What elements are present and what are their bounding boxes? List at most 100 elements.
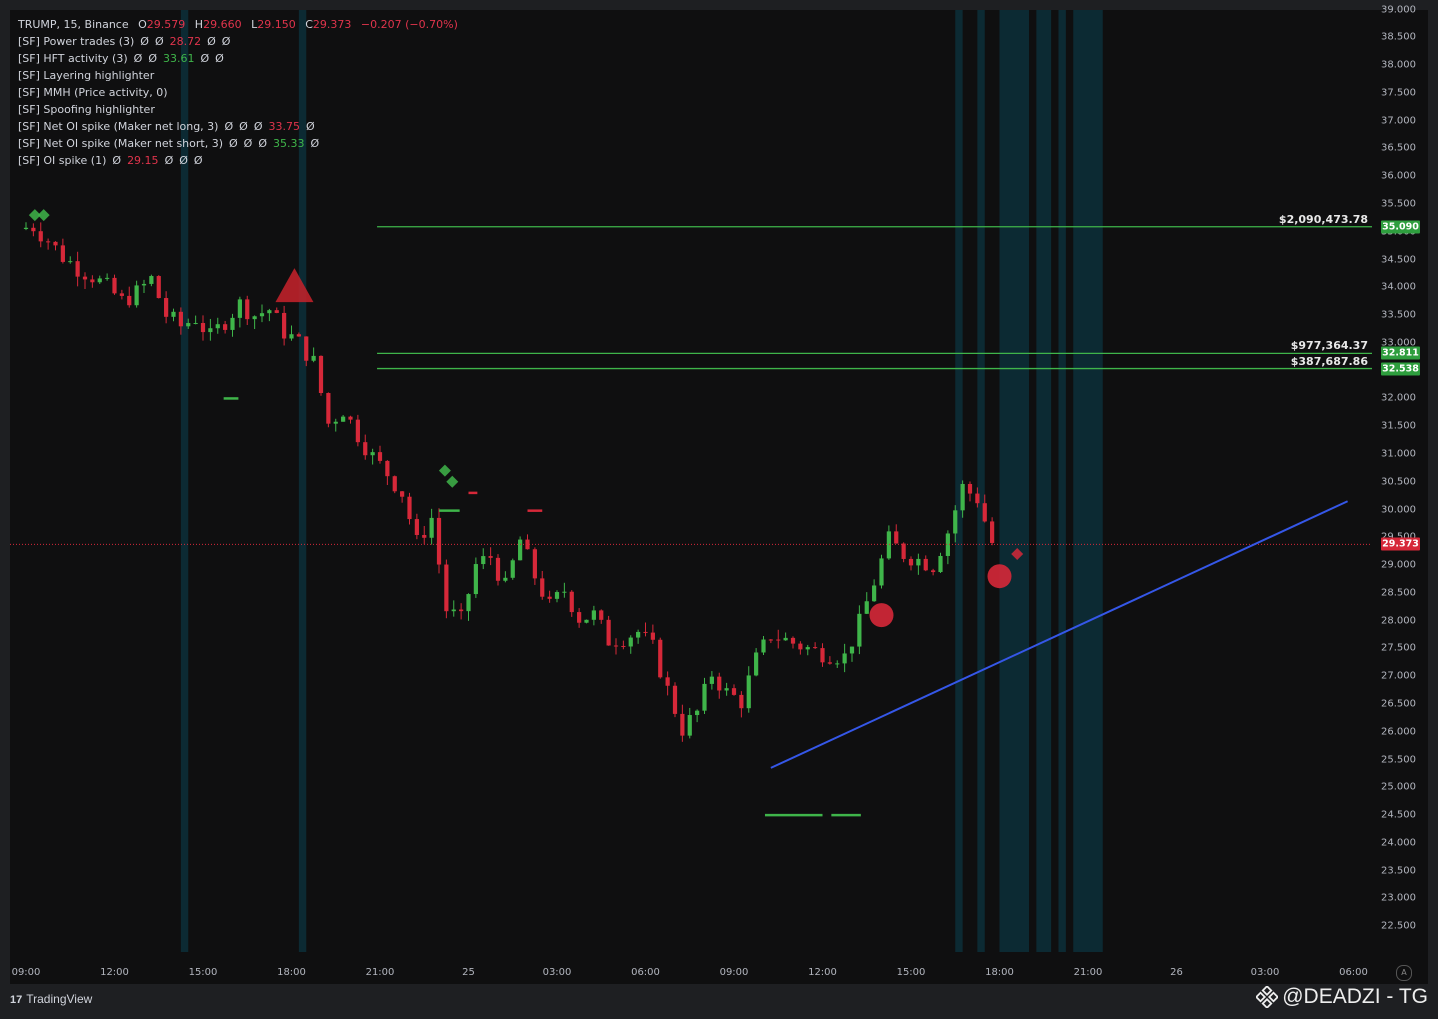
candle-body bbox=[731, 688, 737, 695]
indicator-value: Ø bbox=[243, 137, 253, 150]
close-value: 29.373 bbox=[312, 18, 352, 31]
indicator-value: Ø bbox=[305, 120, 315, 133]
candle-body bbox=[149, 276, 154, 284]
candle-body bbox=[127, 295, 132, 306]
indicator-name[interactable]: [SF] OI spike (1) bbox=[18, 154, 106, 167]
price-tick: 24.500 bbox=[1381, 809, 1416, 821]
candle-body bbox=[377, 452, 383, 461]
level-usd-label: $977,364.37 bbox=[1290, 339, 1368, 353]
indicator-name[interactable]: [SF] MMH (Price activity, 0) bbox=[18, 86, 168, 99]
candle-body bbox=[739, 694, 744, 709]
time-tick: 18:00 bbox=[277, 967, 306, 978]
indicator-highlight-value: 33.61 bbox=[162, 52, 195, 65]
time-tick: 06:00 bbox=[1339, 967, 1368, 978]
layering-diamond-marker bbox=[446, 475, 459, 488]
candle-body bbox=[643, 631, 648, 633]
indicator-legend-row[interactable]: [SF] Power trades (3) Ø Ø 28.72 Ø Ø bbox=[18, 33, 458, 50]
indicator-value: Ø bbox=[112, 154, 122, 167]
indicator-value: Ø bbox=[221, 35, 231, 48]
candle-body bbox=[311, 355, 316, 361]
indicator-name[interactable]: [SF] Layering highlighter bbox=[18, 69, 154, 82]
candle-body bbox=[252, 316, 257, 320]
symbol-legend[interactable]: TRUMP, 15, Binance O29.579 H29.660 L29.1… bbox=[18, 16, 458, 33]
candle-body bbox=[215, 324, 220, 329]
time-tick: 12:00 bbox=[100, 967, 129, 978]
candle-body bbox=[813, 647, 818, 649]
candle-body bbox=[495, 557, 501, 581]
highlight-zone bbox=[1036, 10, 1052, 952]
candle-body bbox=[672, 685, 678, 714]
candle-body bbox=[451, 609, 456, 612]
candle-body bbox=[186, 323, 191, 327]
price-tick: 22.500 bbox=[1381, 920, 1416, 932]
candle-body bbox=[864, 601, 869, 614]
indicator-value: Ø bbox=[224, 120, 234, 133]
candle-body bbox=[156, 276, 161, 299]
candle-body bbox=[518, 539, 523, 561]
price-tick: 32.000 bbox=[1381, 392, 1416, 404]
indicator-legend-row[interactable]: [SF] MMH (Price activity, 0) bbox=[18, 84, 458, 101]
indicator-value: Ø bbox=[258, 137, 268, 150]
price-tick: 27.500 bbox=[1381, 642, 1416, 654]
price-tick: 25.000 bbox=[1381, 781, 1416, 793]
candle-body bbox=[886, 531, 891, 559]
time-tick: 15:00 bbox=[188, 967, 218, 978]
candle-body bbox=[31, 227, 36, 232]
candle-body bbox=[105, 277, 110, 279]
auto-scale-button[interactable]: A bbox=[1396, 965, 1412, 981]
candle-body bbox=[171, 311, 176, 317]
tradingview-brand[interactable]: 17 TradingView bbox=[10, 992, 92, 1006]
candle-body bbox=[333, 421, 338, 424]
candle-body bbox=[289, 334, 294, 339]
price-tick: 34.000 bbox=[1381, 281, 1416, 293]
indicator-name[interactable]: [SF] Net OI spike (Maker net long, 3) bbox=[18, 120, 218, 133]
price-tick: 39.000 bbox=[1381, 4, 1416, 16]
candle-body bbox=[245, 299, 250, 320]
candle-body bbox=[473, 564, 478, 595]
price-tick: 31.500 bbox=[1381, 420, 1416, 432]
indicator-legend-row[interactable]: [SF] Net OI spike (Maker net short, 3) Ø Ø… bbox=[18, 135, 458, 152]
candle-body bbox=[193, 323, 198, 325]
candle-body bbox=[835, 663, 840, 665]
symbol-name[interactable]: TRUMP, 15, Binance bbox=[18, 18, 129, 31]
price-tick: 36.000 bbox=[1381, 170, 1416, 182]
indicator-name[interactable]: [SF] Spoofing highlighter bbox=[18, 103, 155, 116]
chart-pane[interactable]: TRUMP, 15, Binance O29.579 H29.660 L29.1… bbox=[10, 4, 1428, 984]
candle-body bbox=[591, 610, 596, 620]
indicator-value: Ø bbox=[164, 154, 174, 167]
candle-body bbox=[60, 245, 65, 262]
time-axis[interactable]: 09:00 12:00 15:00 18:00 21:00 25 03:00 06:00 09:… bbox=[10, 960, 1428, 984]
highlight-zone bbox=[999, 10, 1029, 952]
time-tick: 06:00 bbox=[631, 967, 660, 978]
candle-body bbox=[540, 578, 545, 597]
indicator-value: Ø bbox=[200, 52, 210, 65]
indicator-name[interactable]: [SF] Power trades (3) bbox=[18, 35, 134, 48]
candle-body bbox=[702, 683, 707, 711]
candle-body bbox=[798, 643, 803, 650]
indicator-legend-row[interactable]: [SF] Spoofing highlighter bbox=[18, 101, 458, 118]
candle-body bbox=[223, 324, 228, 330]
indicator-legend-row[interactable]: [SF] OI spike (1) Ø 29.15 Ø Ø Ø bbox=[18, 152, 458, 169]
indicator-legend-row[interactable]: [SF] HFT activity (3) Ø Ø 33.61 Ø Ø bbox=[18, 50, 458, 67]
price-scale[interactable]: 39.000 38.500 38.000 37.500 37.000 36.500 36.0… bbox=[1372, 4, 1428, 960]
candle-body bbox=[894, 531, 899, 544]
time-tick: 03:00 bbox=[1250, 967, 1280, 978]
candle-body bbox=[754, 652, 759, 676]
candle-body bbox=[503, 577, 508, 581]
price-tick: 36.500 bbox=[1381, 142, 1416, 154]
high-label: H bbox=[194, 18, 204, 31]
candle-body bbox=[827, 662, 832, 664]
price-tick: 35.500 bbox=[1381, 198, 1416, 210]
candle-body bbox=[650, 632, 655, 640]
candle-body bbox=[879, 558, 884, 586]
candle-body bbox=[709, 676, 714, 684]
time-tick: 21:00 bbox=[365, 967, 395, 978]
indicator-legend-row[interactable]: [SF] Layering highlighter bbox=[18, 67, 458, 84]
level-usd-label: $387,687.86 bbox=[1290, 354, 1368, 368]
open-label: O bbox=[138, 18, 147, 31]
price-tick: 37.000 bbox=[1381, 115, 1416, 127]
candle-body bbox=[134, 285, 139, 306]
indicator-name[interactable]: [SF] HFT activity (3) bbox=[18, 52, 128, 65]
indicator-name[interactable]: [SF] Net OI spike (Maker net short, 3) bbox=[18, 137, 223, 150]
indicator-legend-row[interactable]: [SF] Net OI spike (Maker net long, 3) Ø Ø Ø… bbox=[18, 118, 458, 135]
